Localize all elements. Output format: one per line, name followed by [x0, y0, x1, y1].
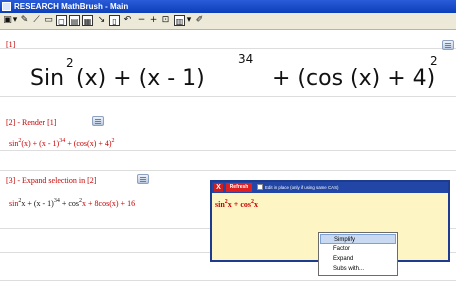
- render-b: (x) + (x - 1): [21, 139, 60, 148]
- cas-expr-b: x + cos: [227, 200, 252, 209]
- note-icon[interactable]: [137, 174, 149, 184]
- hw-rest2: + (cos (x) + 4): [272, 66, 436, 91]
- cell-3-label: [3] - Expand selection in [2]: [6, 176, 97, 185]
- clear-icon[interactable]: ◻: [56, 15, 67, 26]
- rule-line: [0, 48, 456, 49]
- toolbar: ▣ ▾ ✎ ⟋ ▭ ◻ ▤ ▦ ↘ ▯ ↶ − + ⊡ ▥ ▾ ✐: [0, 13, 456, 30]
- hw-sin-exp: 2: [66, 56, 74, 70]
- menu-item-expand[interactable]: Expand: [320, 254, 396, 264]
- minus-icon[interactable]: −: [136, 15, 147, 26]
- expand-d: x + 8cos(x) + 16: [82, 199, 136, 208]
- cas-expr-c: x: [254, 200, 259, 209]
- hw-exp34: 34: [238, 52, 254, 66]
- open-icon[interactable]: ▦: [82, 15, 93, 26]
- cell-1-label: [1]: [6, 40, 16, 49]
- rule-line: [0, 280, 456, 281]
- render-c-exp: 2: [111, 138, 115, 144]
- expand-output[interactable]: sin2x + (x - 1)34 + cos2x + 8cos(x) + 16: [9, 198, 135, 208]
- save-icon[interactable]: ▤: [69, 15, 80, 26]
- expand-c: + cos: [59, 199, 80, 208]
- menu-item-simplify[interactable]: Simplify: [320, 234, 396, 244]
- edit-in-place-checkbox[interactable]: [257, 184, 263, 190]
- menu-item-subs-with[interactable]: Subs with...: [320, 264, 396, 274]
- edit-in-place-label: Edit in place (only if using same CAS): [265, 185, 339, 190]
- doc-icon[interactable]: ▯: [109, 15, 120, 26]
- hw-sin: Sin: [30, 66, 65, 91]
- menu-item-factor[interactable]: Factor: [320, 244, 396, 254]
- cell-2-label: [2] - Render [1]: [6, 118, 57, 127]
- refresh-button[interactable]: Refresh: [226, 183, 252, 192]
- note-icon[interactable]: [92, 116, 104, 126]
- render-sin: sin: [9, 139, 19, 148]
- app-logo-icon: [2, 2, 11, 11]
- brush-icon[interactable]: ✐: [194, 15, 205, 26]
- close-button[interactable]: X: [214, 183, 223, 192]
- expand-sin: sin: [9, 199, 19, 208]
- title-bar: RESEARCH MathBrush - Main: [0, 0, 456, 13]
- pen2-icon[interactable]: ↘: [96, 15, 107, 26]
- handwritten-expression[interactable]: Sin 2 (x) + (x - 1) 34 + (cos (x) + 4) 2: [26, 52, 446, 96]
- print-icon[interactable]: ▥: [174, 15, 185, 26]
- plus-icon[interactable]: +: [148, 15, 159, 26]
- window-title: RESEARCH MathBrush - Main: [14, 2, 129, 11]
- render-output: sin2(x) + (x - 1)34 + (cos(x) + 4)2: [9, 138, 115, 148]
- rule-line: [0, 150, 456, 151]
- eraser-icon[interactable]: ▭: [43, 15, 54, 26]
- cas-panel-header: X Refresh Edit in place (only if using s…: [212, 182, 448, 193]
- lasso-icon[interactable]: ⟋: [31, 15, 42, 26]
- rule-line: [0, 170, 456, 171]
- undo-icon[interactable]: ↶: [122, 15, 133, 26]
- hw-exp2: 2: [430, 54, 438, 68]
- cas-expr-a: sin: [215, 200, 225, 209]
- hw-rest1: (x) + (x - 1): [76, 66, 205, 91]
- render-c: + (cos(x) + 4): [65, 139, 112, 148]
- pen-icon[interactable]: ✎: [19, 15, 30, 26]
- cas-expression[interactable]: sin2x + cos2x: [215, 199, 258, 209]
- note-icon[interactable]: [442, 40, 454, 50]
- rule-line: [0, 96, 456, 97]
- expand-b: x + (x - 1): [21, 199, 54, 208]
- blank-icon[interactable]: ⊡: [160, 15, 171, 26]
- menu-dropdown-icon[interactable]: ▾: [186, 15, 192, 26]
- context-menu: Simplify Factor Expand Subs with...: [318, 232, 398, 276]
- dropdown-icon[interactable]: ▾: [12, 15, 18, 26]
